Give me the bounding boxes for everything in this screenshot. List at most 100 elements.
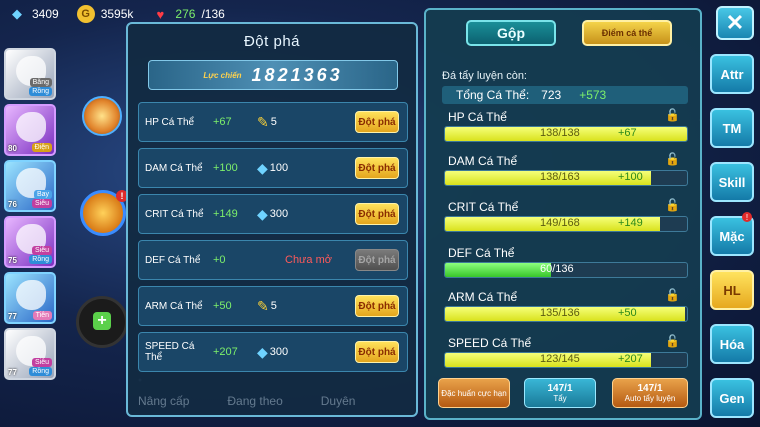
nav-evolve[interactable]: Hóa	[710, 324, 754, 364]
stat-bar-fill	[445, 263, 552, 277]
stat-value: 123/145	[540, 353, 580, 365]
type-tag: Siêu	[31, 246, 52, 255]
nav-attr[interactable]: Attr	[710, 54, 754, 94]
tab-following[interactable]: Đang theo	[227, 394, 282, 408]
button-label: Auto tẩy luyện	[624, 394, 676, 403]
level-label: 77	[8, 312, 17, 321]
breakthrough-row-dam: DAM Cá Thể +100 ◆ 100 Đột phá	[138, 148, 408, 188]
type-tag: Rồng	[29, 255, 52, 264]
lock-icon[interactable]: 🔓	[665, 288, 680, 302]
roster-slot-1[interactable]: Băng Rồng	[4, 48, 56, 100]
button-label: Tẩy	[553, 394, 567, 403]
cost-value: 5	[270, 300, 277, 312]
roster-slot-4[interactable]: 75 Siêu Rồng	[4, 216, 56, 268]
type-tag: Siêu	[31, 199, 52, 208]
stat-dam: DAM Cá Thể 🔓 138/163 +100	[442, 152, 688, 188]
wash-count: 147/1	[547, 383, 573, 394]
nav-gen[interactable]: Gen	[710, 378, 754, 418]
type-tag: Điện	[31, 143, 52, 152]
tab-bond[interactable]: Duyên	[321, 394, 356, 408]
potion-icon: ♥	[156, 6, 165, 22]
lock-icon[interactable]: 🔓	[665, 198, 680, 212]
diamond-icon: ◆	[257, 159, 268, 176]
level-label: 75	[8, 256, 17, 265]
gem-counter: ◆ 3409	[8, 5, 59, 23]
stat-name: DEF Cá Thể	[448, 246, 515, 260]
nav-hl[interactable]: HL	[710, 270, 754, 310]
total-iv-row: Tổng Cá Thể: 723 +573	[442, 86, 688, 104]
stat-name: DAM Cá Thể	[145, 162, 203, 174]
lock-icon[interactable]: 🔓	[665, 152, 680, 166]
level-label: 80	[8, 144, 17, 153]
nav-skill[interactable]: Skill	[710, 162, 754, 202]
breakthrough-button[interactable]: Đột phá	[355, 295, 399, 317]
lock-icon[interactable]: 🔓	[665, 108, 680, 122]
stat-value: 149/168	[540, 217, 580, 229]
roster-slot-2[interactable]: 80 Điện	[4, 104, 56, 156]
nav-tm[interactable]: TM	[710, 108, 754, 148]
auto-wash-count: 147/1	[637, 383, 663, 394]
stat-name: DAM Cá Thể	[448, 154, 518, 168]
coin-value: 3595k	[100, 7, 134, 21]
button-label: Đặc huấn cực hạn	[441, 388, 507, 398]
individual-values-panel: Gộp Điểm cá thể Đá tẩy luyện còn: Tổng C…	[424, 8, 702, 420]
breakthrough-button[interactable]: Đột phá	[355, 341, 399, 363]
cost-value: 300	[269, 346, 289, 358]
pokemon-portrait	[16, 112, 46, 142]
stat-name: ARM Cá Thể	[145, 300, 203, 312]
power-label: Lực chiến	[203, 70, 242, 80]
tab-upgrade[interactable]: Nâng cấp	[138, 394, 189, 408]
cost-value: 300	[269, 208, 289, 220]
stat-bonus: +50	[618, 307, 637, 319]
remaining-stones-label: Đá tẩy luyện còn:	[442, 70, 527, 82]
wash-button[interactable]: 147/1 Tẩy	[524, 378, 596, 408]
panel-title: Đột phá	[243, 33, 301, 50]
cost-value: 100	[269, 162, 289, 174]
item-slot-icon[interactable]	[82, 96, 122, 136]
breakthrough-button[interactable]: Đột phá	[355, 249, 399, 271]
plus-icon[interactable]: +	[93, 312, 111, 330]
tab-merge[interactable]: Gộp	[466, 20, 556, 46]
power-value: 1821363	[251, 64, 343, 85]
type-tag: Bay	[33, 190, 52, 199]
auto-wash-button[interactable]: 147/1 Auto tẩy luyện	[612, 378, 688, 408]
stat-speed: SPEED Cá Thể 🔓 123/145 +207	[442, 334, 688, 370]
close-button[interactable]: ✕	[716, 6, 754, 40]
breakthrough-button[interactable]: Đột phá	[355, 203, 399, 225]
stat-value: 138/138	[540, 127, 580, 139]
stat-name: DEF Cá Thể	[145, 254, 201, 266]
type-tag: Tiên	[32, 311, 52, 320]
energy-max: /136	[201, 7, 225, 21]
extreme-training-button[interactable]: Đặc huấn cực hạn	[438, 378, 510, 408]
breakthrough-button[interactable]: Đột phá	[355, 157, 399, 179]
stat-bonus: +0	[213, 254, 226, 266]
stat-name: SPEED Cá Thể	[145, 341, 195, 363]
coin-icon: G	[76, 5, 95, 23]
roster-slot-5[interactable]: 77 Tiên	[4, 272, 56, 324]
energy-counter: ♥ 276/136	[151, 5, 225, 23]
breakthrough-row-def: DEF Cá Thể +0 Chưa mở Đột phá	[138, 240, 408, 280]
type-tag: Rồng	[29, 87, 52, 96]
stat-name: HP Cá Thể	[448, 110, 507, 124]
total-label: Tổng Cá Thể:	[456, 88, 530, 102]
stat-name: CRIT Cá Thể	[145, 208, 204, 220]
tab-individual-points[interactable]: Điểm cá thể	[582, 20, 672, 46]
breakthrough-button[interactable]: Đột phá	[355, 111, 399, 133]
stat-bonus: +149	[213, 208, 238, 220]
level-label: 76	[8, 200, 17, 209]
lock-icon[interactable]: 🔓	[665, 334, 680, 348]
stat-name: HP Cá Thể	[145, 116, 195, 128]
energy-current: 276	[175, 7, 196, 21]
level-label: 77	[8, 368, 17, 377]
nav-costume[interactable]: Mặc	[710, 216, 754, 256]
stat-arm: ARM Cá Thể 🔓 135/136 +50	[442, 288, 688, 324]
roster-slot-6[interactable]: 77 Siêu Rồng	[4, 328, 56, 380]
stat-value: 60/136	[540, 263, 574, 275]
breakthrough-panel: Đột phá Lực chiến 1821363 HP Cá Thể +67 …	[126, 22, 418, 417]
stat-bonus: +207	[618, 353, 643, 365]
stat-value: 135/136	[540, 307, 580, 319]
roster-slot-3[interactable]: 76 Bay Siêu	[4, 160, 56, 212]
breakthrough-list: HP Cá Thể +67 ✎ 5 Đột phá DAM Cá Thể +10…	[138, 102, 408, 378]
stat-bonus: +50	[213, 300, 232, 312]
coin-counter: G 3595k	[76, 5, 134, 23]
